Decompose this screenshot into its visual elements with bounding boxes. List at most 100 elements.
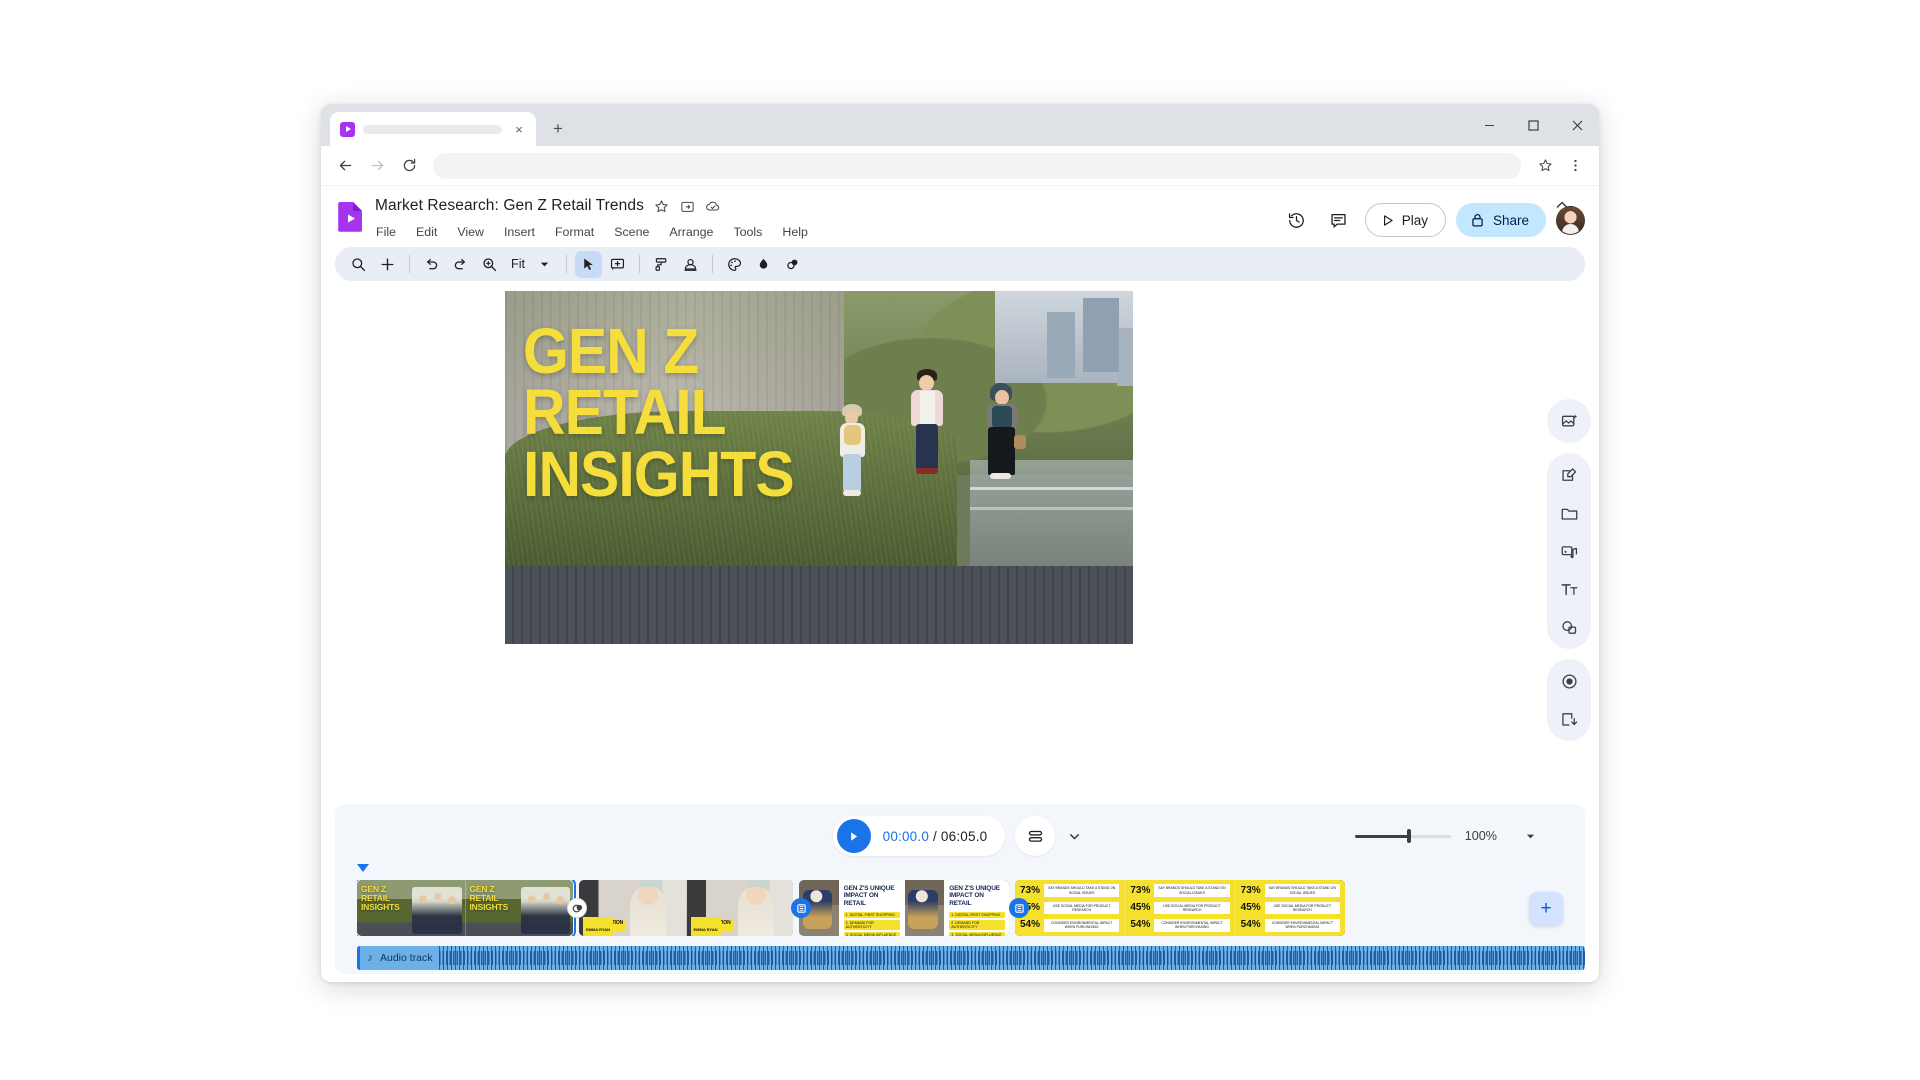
zoom-dropdown-icon[interactable]: [1517, 823, 1543, 849]
star-icon[interactable]: [653, 198, 670, 215]
transition-handle[interactable]: [791, 898, 811, 918]
paint-format-icon[interactable]: [648, 251, 675, 278]
zoom-fit-label: Fit: [511, 257, 525, 271]
timeline-clip[interactable]: 73% 45% 54% SAY BRANDS SHOULD TAKE A STA…: [1015, 880, 1345, 936]
zoom-fit-dropdown[interactable]: Fit: [507, 251, 558, 278]
editor-toolbar-wrap: Fit: [321, 201, 1599, 281]
play-button[interactable]: Play: [1364, 203, 1446, 237]
undo-icon[interactable]: [418, 251, 445, 278]
play-icon: [1383, 214, 1393, 226]
music-note-icon: ♪: [367, 952, 373, 964]
forward-arrow-icon[interactable]: [363, 152, 391, 180]
filter-icon[interactable]: [779, 251, 806, 278]
version-history-icon[interactable]: [1281, 204, 1313, 236]
share-button-label: Share: [1492, 212, 1529, 228]
menu-item-tools[interactable]: Tools: [732, 223, 763, 241]
page-title[interactable]: Market Research: Gen Z Retail Trends: [375, 197, 644, 215]
menu-item-view[interactable]: View: [456, 223, 485, 241]
menu-item-edit[interactable]: Edit: [415, 223, 438, 241]
timeline-clip[interactable]: INTRODUCTION WITH EMMA RYAN INTRODUCTION…: [579, 880, 793, 936]
menu-item-file[interactable]: File: [375, 223, 397, 241]
menu-item-insert[interactable]: Insert: [503, 223, 536, 241]
video-editor-app: Market Research: Gen Z Retail Trends Fil…: [321, 186, 1599, 982]
clip-heading: GEN Z'S UNIQUE IMPACT ON RETAIL: [843, 885, 895, 907]
collapse-toolbar-icon[interactable]: [1549, 192, 1575, 218]
browser-toolbar: [321, 146, 1599, 186]
time-separator: /: [933, 828, 937, 844]
timeline-clip[interactable]: GEN Z'S UNIQUE IMPACT ON RETAIL 1. DIGIT…: [799, 880, 1009, 936]
move-to-folder-icon[interactable]: [679, 198, 696, 215]
rail-group-output: [1547, 659, 1591, 741]
menu-item-format[interactable]: Format: [554, 223, 595, 241]
maximize-button[interactable]: [1511, 104, 1555, 146]
search-icon[interactable]: [345, 251, 372, 278]
redo-icon[interactable]: [447, 251, 474, 278]
reload-icon[interactable]: [395, 152, 423, 180]
clip-thumbnail: INTRODUCTION WITH EMMA RYAN: [579, 880, 686, 936]
canvas-preview[interactable]: GEN Z RETAIL INSIGHTS: [505, 291, 1133, 644]
select-arrow-icon[interactable]: [575, 250, 602, 278]
timeline: GEN Z RETAIL INSIGHTS GEN Z RETAIL INSIG…: [357, 864, 1585, 972]
person-left: [838, 403, 884, 623]
back-arrow-icon[interactable]: [331, 152, 359, 180]
title-and-menu: Market Research: Gen Z Retail Trends Fil…: [375, 195, 1281, 241]
share-button[interactable]: Share: [1455, 203, 1546, 237]
header-actions: Play Share: [1281, 195, 1585, 237]
shapes-icon[interactable]: [1553, 611, 1585, 643]
menu-item-arrange[interactable]: Arrange: [668, 223, 714, 241]
clip-title-text: GEN Z RETAIL INSIGHTS: [361, 884, 400, 912]
audio-track[interactable]: ♪ Audio track: [357, 946, 1585, 970]
add-textbox-icon[interactable]: [604, 251, 631, 278]
comment-icon[interactable]: [1323, 204, 1355, 236]
close-tab-icon[interactable]: ×: [510, 120, 528, 138]
color-palette-icon[interactable]: [721, 251, 748, 278]
tab-title: [363, 124, 502, 134]
browser-tab[interactable]: ×: [330, 112, 536, 146]
canvas-headline[interactable]: GEN Z RETAIL INSIGHTS: [523, 319, 795, 510]
timeline-clip[interactable]: GEN Z RETAIL INSIGHTS GEN Z RETAIL INSIG…: [357, 880, 576, 936]
menu-bar: File Edit View Insert Format Scene Arran…: [375, 223, 1281, 241]
three-dot-menu-icon[interactable]: [1561, 152, 1589, 180]
cloud-saved-icon[interactable]: [705, 198, 722, 215]
folder-icon[interactable]: [1553, 497, 1585, 529]
transition-handle[interactable]: [1009, 898, 1029, 918]
record-icon[interactable]: [1553, 665, 1585, 697]
transition-handle[interactable]: [567, 898, 587, 918]
time-display: 00:00.0 / 06:05.0: [883, 829, 988, 844]
play-icon[interactable]: [836, 819, 871, 853]
mask-icon[interactable]: [677, 251, 704, 278]
text-icon[interactable]: [1553, 573, 1585, 605]
chevron-down-icon[interactable]: [1061, 823, 1087, 849]
total-time: 06:05.0: [940, 828, 988, 844]
headline-line-3: INSIGHTS: [523, 437, 795, 510]
zoom-slider[interactable]: [1354, 829, 1451, 843]
zoom-icon[interactable]: [476, 251, 503, 278]
close-window-button[interactable]: [1555, 104, 1599, 146]
clip-title-text: GEN Z RETAIL INSIGHTS: [469, 884, 509, 912]
audio-icon[interactable]: [1553, 535, 1585, 567]
plus-icon[interactable]: [374, 251, 401, 278]
person-right: [982, 382, 1032, 623]
chevron-down-icon[interactable]: [531, 251, 558, 278]
draw-icon[interactable]: [1553, 459, 1585, 491]
editor-stage: GEN Z RETAIL INSIGHTS 00:00.0 / 06:05.0 …: [321, 281, 1599, 982]
current-time: 00:00.0: [882, 828, 930, 844]
fill-color-icon[interactable]: [750, 251, 777, 278]
menu-item-scene[interactable]: Scene: [613, 223, 650, 241]
add-scene-button[interactable]: +: [1529, 892, 1563, 926]
toolbar-divider: [409, 255, 410, 273]
export-icon[interactable]: [1553, 703, 1585, 735]
playhead[interactable]: [357, 864, 369, 872]
ai-image-icon[interactable]: [1553, 405, 1585, 437]
clip-thumbnail: GEN Z'S UNIQUE IMPACT ON RETAIL 1. DIGIT…: [799, 880, 904, 936]
minimize-button[interactable]: [1467, 104, 1511, 146]
new-tab-button[interactable]: +: [544, 115, 572, 143]
time-pill: 00:00.0 / 06:05.0: [832, 816, 1006, 856]
layers-icon[interactable]: [1015, 816, 1056, 856]
menu-item-help[interactable]: Help: [781, 223, 808, 241]
lock-icon: [1472, 213, 1483, 227]
clip-thumbnail: INTRODUCTION WITH EMMA RYAN: [685, 880, 793, 936]
address-bar[interactable]: [433, 152, 1521, 179]
window-controls: [1467, 104, 1599, 146]
bookmark-star-icon[interactable]: [1531, 152, 1559, 180]
